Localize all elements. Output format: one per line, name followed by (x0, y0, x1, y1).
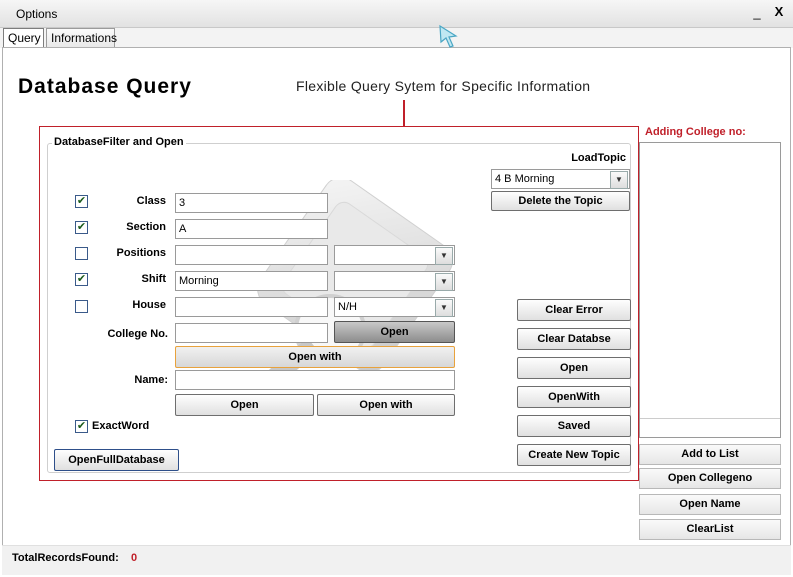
chevron-down-icon[interactable]: ▼ (435, 299, 453, 317)
add-to-list-button[interactable]: Add to List (639, 444, 781, 465)
create-new-topic-button[interactable]: Create New Topic (517, 444, 631, 466)
name-label: Name: (134, 374, 168, 386)
tab-informations[interactable]: Informations (46, 28, 117, 47)
open-full-database-button[interactable]: OpenFullDatabase (54, 449, 179, 471)
status-bar (2, 545, 791, 575)
adding-college-label: Adding College no: (645, 126, 746, 138)
total-records-label: TotalRecordsFound: (12, 552, 119, 564)
positions-input[interactable] (175, 245, 328, 265)
mouse-cursor-icon (439, 24, 458, 48)
section-checkbox[interactable]: ✔ (75, 221, 88, 234)
shift-select[interactable]: ▼ (334, 271, 455, 291)
load-topic-select[interactable]: 4 B Morning ▼ (491, 169, 630, 189)
delete-topic-button[interactable]: Delete the Topic (491, 191, 630, 211)
page-subtitle: Flexible Query Sytem for Specific Inform… (296, 78, 591, 94)
college-no-input[interactable] (175, 323, 328, 343)
shift-input[interactable]: Morning (175, 271, 328, 291)
name-open-button[interactable]: Open (175, 394, 314, 416)
open-button[interactable]: Open (517, 357, 631, 379)
tab-strip (0, 28, 793, 48)
section-label: Section (126, 221, 166, 233)
page-title: Database Query (18, 75, 192, 98)
minimize-button[interactable]: _ (748, 5, 766, 23)
college-list-divider (640, 418, 780, 419)
open-name-button[interactable]: Open Name (639, 494, 781, 515)
college-open-button[interactable]: Open (334, 321, 455, 343)
open-collegeno-button[interactable]: Open Collegeno (639, 468, 781, 489)
college-no-label: College No. (107, 328, 168, 340)
house-select[interactable]: N/H ▼ (334, 297, 455, 317)
college-open-with-button[interactable]: Open with (175, 346, 455, 368)
total-records-value: 0 (131, 552, 138, 564)
title-bar (0, 0, 793, 28)
connector-line (403, 100, 405, 126)
house-select-value: N/H (338, 301, 357, 313)
house-checkbox[interactable] (75, 300, 88, 313)
class-checkbox[interactable]: ✔ (75, 195, 88, 208)
tab-query[interactable]: Query (3, 28, 44, 48)
chevron-down-icon[interactable]: ▼ (435, 273, 453, 291)
open-with-button[interactable]: OpenWith (517, 386, 631, 408)
house-input[interactable] (175, 297, 328, 317)
close-button[interactable]: X (770, 4, 788, 22)
filter-group-title: DatabaseFilter and Open (52, 136, 186, 148)
positions-checkbox[interactable] (75, 247, 88, 260)
exact-word-label: ExactWord (92, 420, 150, 432)
clear-database-button[interactable]: Clear Databse (517, 328, 631, 350)
chevron-down-icon[interactable]: ▼ (435, 247, 453, 265)
clear-list-button[interactable]: ClearList (639, 519, 781, 540)
load-topic-value: 4 B Morning (495, 173, 555, 185)
load-topic-label: LoadTopic (571, 152, 626, 164)
shift-checkbox[interactable]: ✔ (75, 273, 88, 286)
clear-error-button[interactable]: Clear Error (517, 299, 631, 321)
class-label: Class (136, 195, 166, 207)
section-input[interactable]: A (175, 219, 328, 239)
shift-label: Shift (141, 273, 166, 285)
exact-word-checkbox[interactable]: ✔ (75, 420, 88, 433)
positions-select[interactable]: ▼ (334, 245, 455, 265)
window-title: Options (16, 7, 58, 21)
name-open-with-button[interactable]: Open with (317, 394, 455, 416)
positions-label: Positions (116, 247, 166, 259)
chevron-down-icon[interactable]: ▼ (610, 171, 628, 189)
class-input[interactable]: 3 (175, 193, 328, 213)
college-list[interactable] (639, 142, 781, 438)
saved-button[interactable]: Saved (517, 415, 631, 437)
name-input[interactable] (175, 370, 455, 390)
house-label: House (132, 299, 166, 311)
